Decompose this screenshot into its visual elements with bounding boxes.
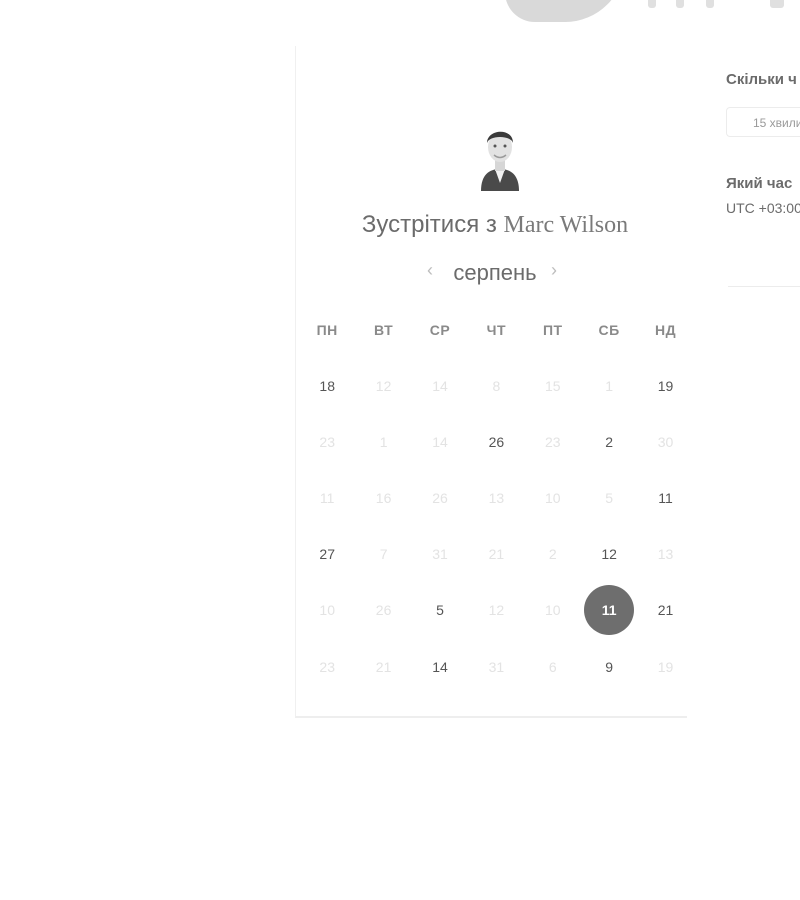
calendar-day-unavailable: 21 xyxy=(488,546,505,562)
chevron-left-icon[interactable]: ‹ xyxy=(427,260,433,281)
calendar-day-unavailable: 23 xyxy=(319,659,335,675)
timezone-value[interactable]: UTC +03:00 xyxy=(726,200,800,216)
calendar-week-row: 23 1 14 26 23 2 30 xyxy=(299,430,694,454)
title-prefix: Зустрітися з xyxy=(361,211,497,238)
duration-select[interactable]: 15 хвили xyxy=(726,107,800,137)
calendar-day-unavailable: 13 xyxy=(657,546,674,562)
calendar-week-row: 11 16 26 13 10 5 11 xyxy=(299,486,694,510)
weekday-label: ПН xyxy=(316,322,338,338)
calendar-day-unavailable: 14 xyxy=(432,434,448,450)
calendar-day-unavailable: 14 xyxy=(432,378,448,394)
calendar-day-available[interactable]: 26 xyxy=(468,430,524,454)
calendar-day-unavailable: 31 xyxy=(432,546,448,562)
calendar-day-selected[interactable]: 11 xyxy=(581,585,637,635)
weekday-label: ЧТ xyxy=(486,322,507,338)
month-label: серпень xyxy=(453,260,537,285)
booking-title: Зустрітися з Marc Wilson xyxy=(295,211,695,239)
calendar-day-unavailable: 8 xyxy=(492,378,501,394)
weekday-label: НД xyxy=(654,322,677,338)
calendar-day-unavailable: 13 xyxy=(488,490,505,506)
calendar-day-unavailable: 10 xyxy=(544,602,561,618)
calendar-day-unavailable: 19 xyxy=(657,659,674,675)
logo-letter-mark xyxy=(648,0,656,8)
weekday-label: ПТ xyxy=(542,322,563,338)
calendar-day-unavailable: 5 xyxy=(605,490,614,506)
calendar-day-available[interactable]: 2 xyxy=(581,430,637,454)
calendar-day-available[interactable]: 9 xyxy=(581,655,637,679)
chevron-right-icon[interactable]: › xyxy=(551,260,557,281)
calendar-week-row: 27 7 31 21 2 12 13 xyxy=(299,542,694,566)
calendar-day-unavailable: 12 xyxy=(375,378,392,394)
timezone-question: Який час xyxy=(726,175,793,192)
calendar-day-unavailable: 15 xyxy=(544,378,561,394)
weekday-label: СБ xyxy=(598,322,620,338)
calendar-day-unavailable: 10 xyxy=(544,490,561,506)
calendar-day-unavailable: 7 xyxy=(379,546,388,562)
calendar-week-row: 10 26 5 12 10 11 21 xyxy=(299,585,694,635)
calendar-day-unavailable: 26 xyxy=(432,490,448,506)
calendar-day-unavailable: 2 xyxy=(548,546,557,562)
calendar-day-unavailable: 16 xyxy=(375,490,392,506)
calendar-day-unavailable: 1 xyxy=(605,378,614,394)
host-avatar xyxy=(481,131,519,191)
calendar-day-available[interactable]: 27 xyxy=(299,542,355,566)
calendar-day-available[interactable]: 12 xyxy=(581,542,637,566)
calendar-day-unavailable: 23 xyxy=(319,434,335,450)
calendar-day-unavailable: 6 xyxy=(548,659,557,675)
calendar-day-available[interactable]: 18 xyxy=(299,374,355,398)
weekday-label: ВТ xyxy=(374,322,394,338)
duration-question: Скільки ч xyxy=(726,71,797,88)
calendar-day-available[interactable]: 19 xyxy=(637,374,693,398)
calendar-day-available[interactable]: 5 xyxy=(412,598,468,622)
calendar-day-unavailable: 31 xyxy=(488,659,505,675)
calendar-day-unavailable: 12 xyxy=(488,602,505,618)
calendar-day-unavailable: 26 xyxy=(375,602,392,618)
calendar-week-row: 23 21 14 31 6 9 19 xyxy=(299,655,694,679)
calendar-day-unavailable: 11 xyxy=(319,490,335,506)
logo-letter-mark xyxy=(706,0,714,8)
calendar-day-available[interactable]: 14 xyxy=(412,655,468,679)
calendar-day-available[interactable]: 21 xyxy=(637,598,693,622)
calendar-day-unavailable: 23 xyxy=(544,434,561,450)
month-navigator: ‹ серпень › xyxy=(420,258,570,290)
calendar-day-unavailable: 10 xyxy=(319,602,335,618)
side-panel: Скільки ч 15 хвили Який час UTC +03:00 xyxy=(726,0,800,300)
weekday-label: СР xyxy=(429,322,451,338)
calendar-day-available[interactable]: 11 xyxy=(637,486,693,510)
calendar-day-unavailable: 21 xyxy=(375,659,392,675)
weekday-header: ПН ВТ СР ЧТ ПТ СБ НД xyxy=(299,322,694,338)
logo-letter-mark xyxy=(676,0,684,8)
calendar-day-unavailable: 30 xyxy=(657,434,674,450)
calendar-day-unavailable: 1 xyxy=(379,434,388,450)
host-name: Marc Wilson xyxy=(503,212,629,238)
calendar-week-row: 18 12 14 8 15 1 19 xyxy=(299,374,694,398)
divider xyxy=(728,286,800,287)
